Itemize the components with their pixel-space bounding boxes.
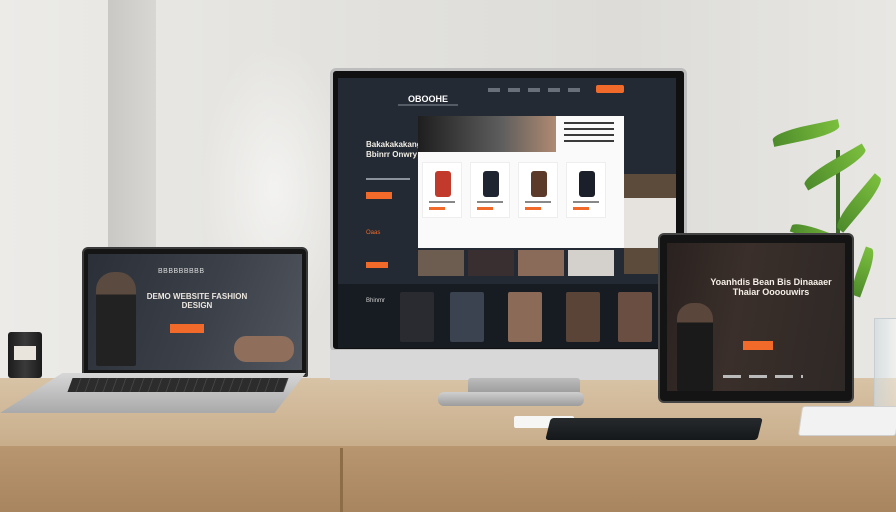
tablet-headline: Yoanhdis Bean Bis Dinaaaer Thaiar Oooouw… [710,277,832,297]
product-price [573,207,589,210]
monitor-hero-text: Bakakakakang Bbinrr Onwry [366,140,422,159]
monitor-hero-subtext [366,178,410,180]
product-tile[interactable] [566,162,606,218]
plant-leaf [801,143,869,191]
laptop-model-photo [96,272,136,366]
desk-seam [340,448,343,512]
garment-image [579,171,595,197]
monitor-card-banner [418,116,556,152]
product-name [525,201,551,203]
monitor-hero-button[interactable] [366,192,392,199]
plant-leaf [771,119,841,147]
laptop-cta-button[interactable] [170,324,204,333]
product-name [429,201,455,203]
plant-leaf [832,173,886,233]
category-thumb[interactable] [418,250,464,276]
monitor-site-logo: OBOOHE [408,94,449,104]
tablet-cta-button[interactable] [743,341,773,350]
product-name [477,201,503,203]
monitor-chin [330,350,687,380]
product-tile[interactable] [422,162,462,218]
garment-image [483,171,499,197]
monitor-nav-links[interactable] [488,88,588,92]
desk-front [0,446,896,512]
monitor-logo-underline [398,104,458,106]
gallery-tile[interactable] [618,292,652,342]
category-thumb[interactable] [468,250,514,276]
monitor-strip-label: Bhinmr [366,298,386,304]
laptop-hand-photo [234,336,294,362]
laptop-keyboard [67,378,289,392]
product-name [573,201,599,203]
laptop-headline: DEMO WEBSITE FASHION DESIGN [146,292,248,310]
product-price [525,207,541,210]
tablet-screen: Yoanhdis Bean Bis Dinaaaer Thaiar Oooouw… [667,243,845,391]
monitor-screen: OBOOHE Bakakakakang Bbinrr Onwry Oaas Bh… [338,78,676,348]
monitor-section-button[interactable] [366,262,388,268]
tablet-model-photo [677,303,713,391]
category-thumb[interactable] [568,250,614,276]
mug-label [14,346,36,360]
product-price [429,207,445,210]
garment-image [531,171,547,197]
garment-image [435,171,451,197]
product-tile[interactable] [518,162,558,218]
workspace-scene: BBBBBBBBB DEMO WEBSITE FASHION DESIGN OB… [0,0,896,512]
monitor-foot [438,392,584,406]
gallery-tile[interactable] [508,292,542,342]
gallery-tile[interactable] [400,292,434,342]
laptop-screen: BBBBBBBBB DEMO WEBSITE FASHION DESIGN [88,254,302,370]
gallery-tile[interactable] [450,292,484,342]
category-thumb[interactable] [518,250,564,276]
monitor-section-label: Oaas [366,230,381,236]
monitor-nav-button[interactable] [596,85,624,93]
tablet-footer-links[interactable] [723,375,803,378]
product-price [477,207,493,210]
flat-tablet [545,418,763,440]
product-tile[interactable] [470,162,510,218]
notebook [797,406,896,436]
laptop-site-logo: BBBBBBBBB [158,268,205,275]
glass [874,318,896,412]
gallery-tile[interactable] [566,292,600,342]
monitor-card-text [564,122,614,146]
